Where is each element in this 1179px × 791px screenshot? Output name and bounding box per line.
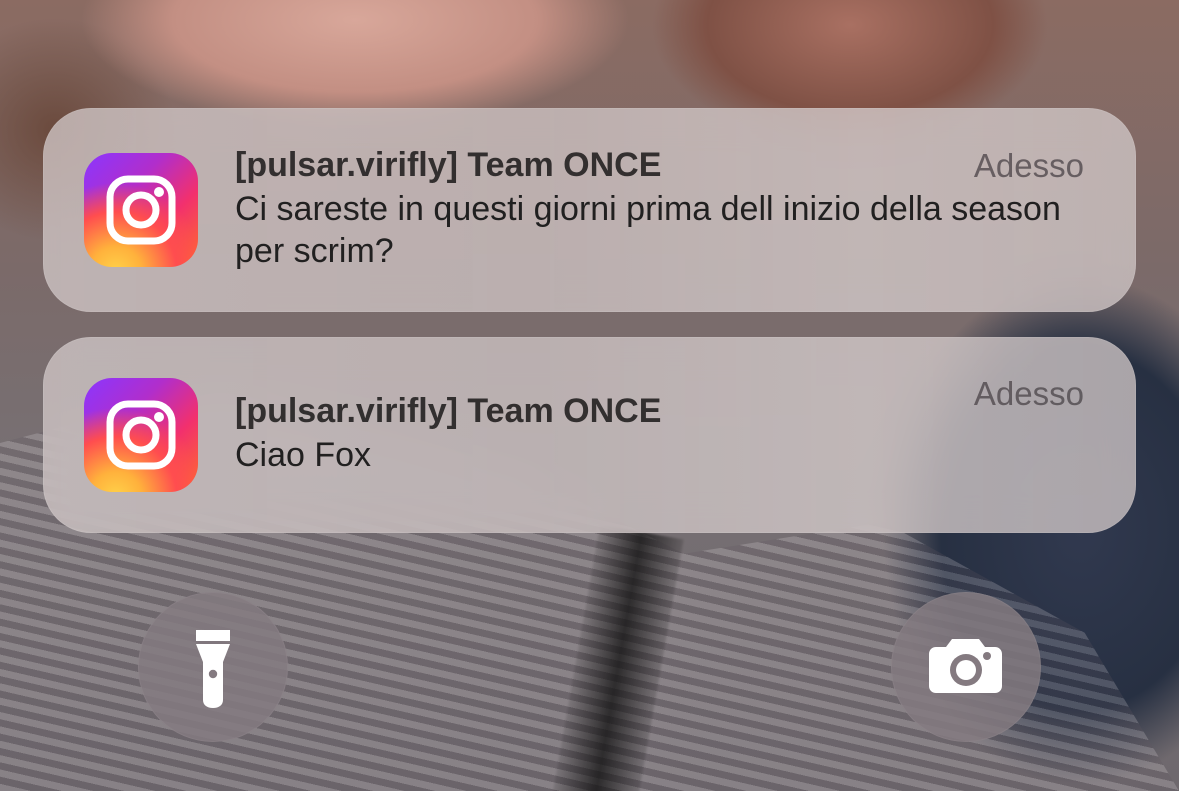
notification-message: Ci sareste in questi giorni prima dell i… <box>235 190 1061 270</box>
notification-title: [pulsar.virifly] Team ONCE <box>235 146 662 184</box>
instagram-icon <box>84 378 198 492</box>
notification-card-2[interactable]: [pulsar.virifly] Team ONCE Adesso Ciao F… <box>43 337 1136 533</box>
notification-time: Adesso <box>973 375 1084 412</box>
flashlight-icon <box>196 630 230 708</box>
notification-title: [pulsar.virifly] Team ONCE <box>235 392 662 430</box>
instagram-icon <box>84 153 198 267</box>
camera-button[interactable] <box>891 592 1041 742</box>
camera-icon <box>929 639 1002 693</box>
notification-message: Ciao Fox <box>235 436 372 474</box>
notification-time: Adesso <box>973 147 1084 184</box>
notification-card-1[interactable]: [pulsar.virifly] Team ONCE Adesso Ci sar… <box>43 108 1136 312</box>
flashlight-button[interactable] <box>138 592 288 742</box>
